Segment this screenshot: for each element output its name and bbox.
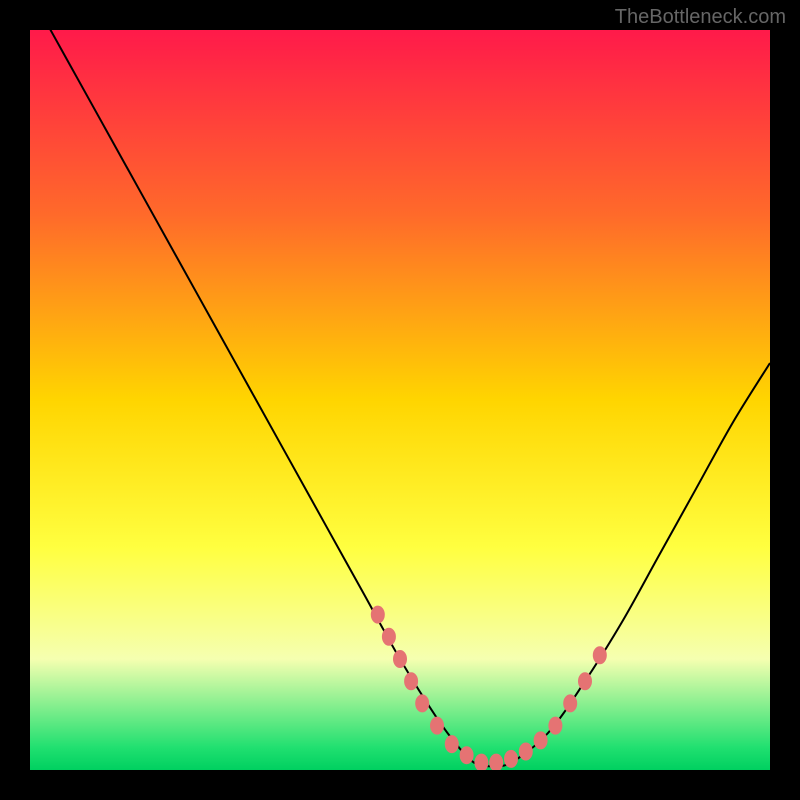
marker-dot bbox=[519, 743, 533, 761]
marker-dot bbox=[415, 694, 429, 712]
marker-dot bbox=[578, 672, 592, 690]
marker-dot bbox=[504, 750, 518, 768]
marker-dot bbox=[534, 731, 548, 749]
chart-svg bbox=[30, 30, 770, 770]
watermark-text: TheBottleneck.com bbox=[615, 6, 786, 29]
marker-dot bbox=[460, 746, 474, 764]
marker-dot bbox=[548, 717, 562, 735]
marker-dot bbox=[563, 694, 577, 712]
marker-dot bbox=[445, 735, 459, 753]
marker-dot bbox=[474, 754, 488, 770]
optimal-zone-markers bbox=[371, 606, 607, 770]
marker-dot bbox=[404, 672, 418, 690]
marker-dot bbox=[489, 754, 503, 770]
marker-dot bbox=[593, 646, 607, 664]
marker-dot bbox=[371, 606, 385, 624]
marker-dot bbox=[430, 717, 444, 735]
marker-dot bbox=[382, 628, 396, 646]
plot-area bbox=[30, 30, 770, 770]
marker-dot bbox=[393, 650, 407, 668]
